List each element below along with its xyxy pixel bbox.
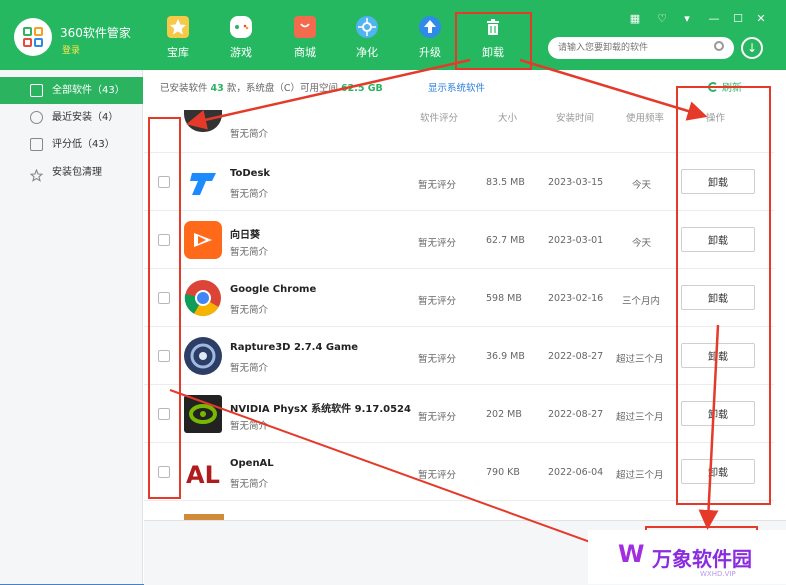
annotation-arrows — [169, 58, 720, 561]
watermark-url: WXHD.VIP — [700, 570, 736, 578]
arrow-to-actions — [519, 58, 708, 121]
watermark: W 万象软件园 WXHD.VIP — [588, 530, 786, 584]
arrow-checkbox-to-batch — [169, 389, 641, 561]
arrow-to-batch — [698, 324, 720, 530]
arrow-to-checkboxes — [186, 58, 471, 130]
watermark-text: 万象软件园 — [652, 547, 752, 571]
watermark-logo: W — [618, 540, 645, 568]
app-window: 360软件管家 登录 宝库 游戏 商城 净化 升级 卸载 请输入您要卸载的软件 … — [0, 0, 786, 585]
